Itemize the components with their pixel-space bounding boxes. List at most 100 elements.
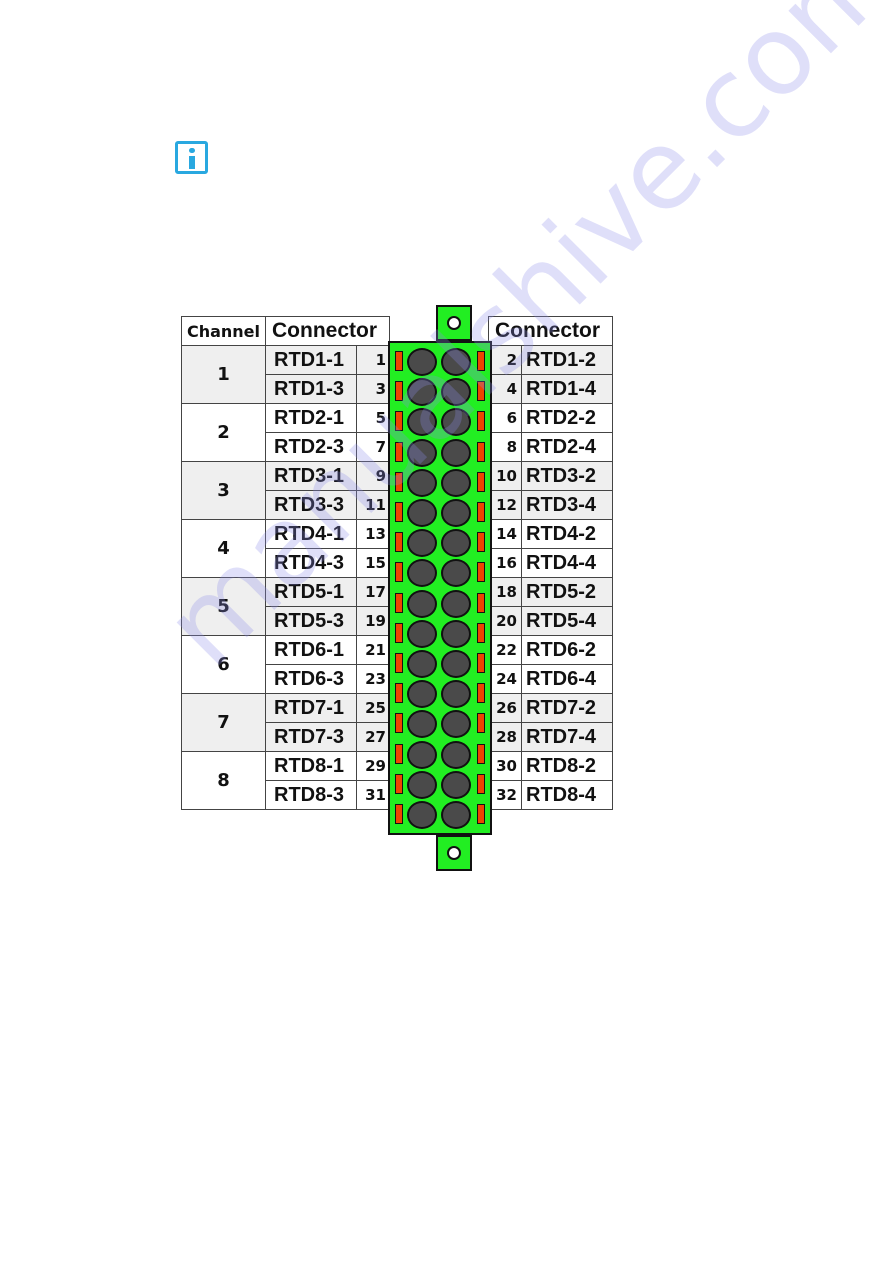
terminal-block-connector [388,305,492,871]
latch-right [477,743,485,764]
right-pin-number: 16 [488,548,522,578]
latch-left [395,381,403,402]
right-signal: RTD8-4 [521,780,613,810]
latch-right [477,351,485,371]
left-pin-number: 1 [356,345,390,375]
latch-right [477,532,485,553]
right-pin-number: 2 [488,345,522,375]
latch-right [477,471,485,492]
left-pin-number: 13 [356,519,390,549]
right-signal: RTD2-2 [521,403,613,433]
screw-hole-right [441,770,471,799]
info-icon [175,141,208,174]
right-signal: RTD1-4 [521,374,613,404]
pin-row [390,407,490,437]
latch-right [477,804,485,824]
header-connector-left: Connector [265,316,390,346]
screw-hole-left [407,619,437,648]
pin-row [390,709,490,739]
right-pin-number: 30 [488,751,522,781]
right-pin-number: 14 [488,519,522,549]
screw-hole-left [407,770,437,799]
right-signal: RTD5-4 [521,606,613,636]
screw-hole-left [407,348,437,376]
right-signal: RTD4-2 [521,519,613,549]
channel-cell: 7 [181,693,266,752]
screw-hole-left [407,680,437,709]
right-pin-number: 28 [488,722,522,752]
screw-hole-left [407,740,437,769]
latch-right [477,713,485,734]
latch-right [477,622,485,643]
pin-row [390,800,490,830]
latch-left [395,471,403,492]
screw-hole-left [407,378,437,407]
screw-hole-right [441,348,471,376]
latch-left [395,743,403,764]
right-signal: RTD3-4 [521,490,613,520]
left-pin-number: 17 [356,577,390,607]
channel-cell: 4 [181,519,266,578]
left-signal: RTD1-3 [265,374,357,404]
right-pin-number: 26 [488,693,522,723]
pin-row [390,740,490,770]
left-signal: RTD2-1 [265,403,357,433]
left-pin-number: 25 [356,693,390,723]
channel-cell: 5 [181,577,266,636]
right-pin-number: 4 [488,374,522,404]
left-signal: RTD1-1 [265,345,357,375]
screw-hole-left [407,468,437,497]
screw-hole-right [441,740,471,769]
screw-hole-left [407,408,437,437]
screw-hole-left [407,438,437,467]
left-pin-number: 7 [356,432,390,462]
screw-hole-left [407,529,437,558]
screw-hole-left [407,589,437,618]
latch-right [477,683,485,704]
latch-left [395,592,403,613]
mounting-tab-top [436,305,472,341]
right-pin-number: 6 [488,403,522,433]
left-signal: RTD7-1 [265,693,357,723]
left-pin-number: 29 [356,751,390,781]
right-signal: RTD3-2 [521,461,613,491]
latch-right [477,773,485,794]
latch-left [395,683,403,704]
right-signal: RTD1-2 [521,345,613,375]
left-pin-number: 21 [356,635,390,665]
right-pin-number: 12 [488,490,522,520]
left-signal: RTD4-1 [265,519,357,549]
pin-row [390,589,490,619]
latch-left [395,351,403,371]
left-signal: RTD5-1 [265,577,357,607]
latch-left [395,653,403,673]
screw-hole-right [441,529,471,558]
info-icon-dot [189,148,195,153]
left-pin-number: 5 [356,403,390,433]
screw-hole-right [441,680,471,709]
screw-hole-right [441,499,471,527]
latch-left [395,713,403,734]
left-pin-number: 23 [356,664,390,694]
latch-right [477,502,485,522]
pin-row [390,619,490,649]
channel-cell: 2 [181,403,266,462]
channel-cell: 3 [181,461,266,520]
mounting-hole [447,846,461,860]
right-signal: RTD6-2 [521,635,613,665]
right-pin-number: 22 [488,635,522,665]
screw-hole-left [407,650,437,678]
latch-left [395,622,403,643]
screw-hole-right [441,468,471,497]
left-signal: RTD4-3 [265,548,357,578]
latch-left [395,441,403,462]
right-pin-number: 20 [488,606,522,636]
screw-hole-right [441,378,471,407]
info-icon-bar [189,156,195,169]
latch-left [395,502,403,522]
right-signal: RTD5-2 [521,577,613,607]
right-signal: RTD4-4 [521,548,613,578]
right-pin-number: 24 [488,664,522,694]
pin-row [390,649,490,679]
connector-body [388,341,492,835]
